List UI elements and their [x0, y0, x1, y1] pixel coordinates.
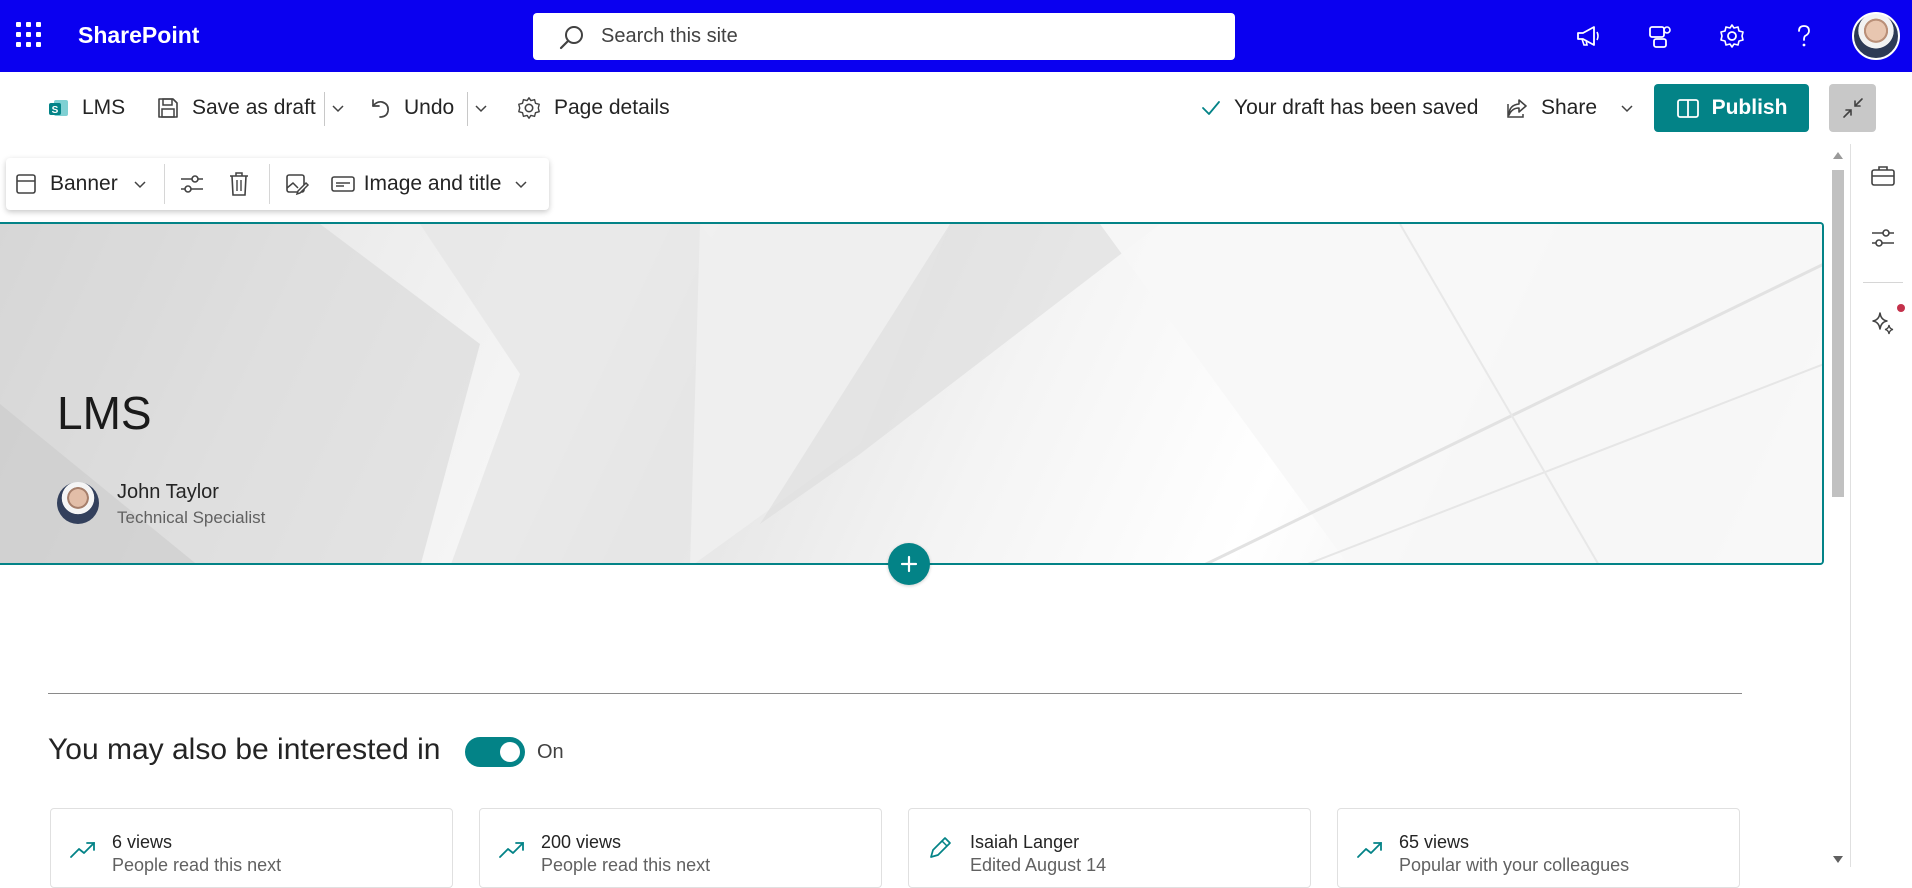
divider	[324, 92, 325, 126]
undo-dropdown[interactable]	[473, 86, 489, 130]
related-section-title: You may also be interested in	[48, 733, 441, 766]
divider	[1863, 282, 1903, 283]
settings-gear-icon	[518, 97, 540, 119]
page-details-label: Page details	[554, 96, 670, 119]
settings-gear-icon[interactable]	[1696, 0, 1768, 72]
scroll-down-arrow[interactable]	[1833, 856, 1843, 863]
save-icon	[158, 98, 178, 118]
undo-icon	[372, 99, 389, 118]
sliders-icon	[180, 175, 203, 193]
edit-icon	[930, 837, 951, 858]
save-draft-button[interactable]: Save as draft	[156, 86, 316, 130]
card-subtitle: Edited August 14	[970, 855, 1107, 875]
publish-label: Publish	[1711, 96, 1788, 119]
toggle-state-label: On	[537, 741, 564, 763]
plus-icon	[900, 555, 918, 573]
chevron-down-icon	[332, 105, 344, 113]
svg-text:S: S	[52, 105, 59, 116]
collapse-button[interactable]	[1829, 84, 1876, 132]
change-image-button[interactable]	[270, 158, 324, 210]
save-draft-dropdown[interactable]	[330, 86, 346, 130]
notification-dot	[1897, 304, 1905, 312]
page-details-button[interactable]: Page details	[516, 86, 670, 130]
properties-sliders-icon[interactable]	[1869, 224, 1897, 252]
suite-bar: SharePoint	[0, 0, 1912, 72]
chevron-down-icon	[1621, 105, 1633, 113]
megaphone-icon[interactable]	[1552, 0, 1624, 72]
search-box[interactable]	[533, 13, 1235, 60]
scroll-thumb[interactable]	[1832, 170, 1844, 497]
add-section-button[interactable]	[888, 543, 930, 585]
teams-share-icon[interactable]	[1624, 0, 1696, 72]
divider	[467, 92, 468, 126]
layout-dropdown[interactable]: Banner	[6, 158, 156, 210]
author-avatar	[57, 482, 99, 524]
card-title: 6 views	[112, 832, 173, 852]
book-open-icon	[1676, 99, 1699, 118]
draft-status-label: Your draft has been saved	[1234, 96, 1479, 119]
card-title: 65 views	[1399, 832, 1470, 852]
text-box-icon	[330, 176, 355, 192]
chevron-down-icon	[515, 181, 528, 189]
user-avatar[interactable]	[1852, 12, 1900, 60]
author-name[interactable]: John Taylor	[117, 481, 219, 504]
toolbox-icon[interactable]	[1869, 162, 1897, 190]
help-icon[interactable]	[1768, 0, 1840, 72]
chevron-down-icon	[475, 105, 487, 113]
vertical-scrollbar[interactable]	[1828, 150, 1848, 867]
right-rail	[1850, 144, 1912, 867]
command-bar: S LMS Save as draft Undo Page details Yo…	[0, 72, 1912, 144]
copilot-sparkle-icon[interactable]	[1869, 309, 1897, 337]
suite-actions	[1552, 0, 1912, 72]
search-icon	[559, 25, 583, 49]
related-card[interactable]: 200 views People read this next	[479, 808, 882, 888]
undo-label: Undo	[404, 96, 455, 119]
related-toggle[interactable]	[465, 737, 525, 767]
trending-icon	[499, 842, 524, 858]
banner-layout-icon	[16, 174, 36, 194]
chevron-down-icon	[134, 181, 146, 189]
draft-status: Your draft has been saved	[1200, 86, 1478, 130]
related-card[interactable]: Isaiah Langer Edited August 14	[908, 808, 1311, 888]
card-title: 200 views	[541, 832, 622, 852]
webpart-toolbar: Banner Image and title	[6, 158, 549, 210]
scroll-up-arrow[interactable]	[1833, 152, 1843, 159]
undo-button[interactable]: Undo	[368, 86, 454, 130]
card-subtitle: Popular with your colleagues	[1399, 855, 1630, 875]
site-name-button[interactable]: S LMS	[48, 86, 125, 130]
layout-label: Banner	[50, 172, 118, 195]
trending-icon	[70, 842, 95, 858]
save-draft-label: Save as draft	[192, 96, 316, 119]
trash-icon	[229, 172, 248, 196]
card-subtitle: People read this next	[112, 855, 282, 875]
section-divider	[48, 693, 1742, 694]
trending-icon	[1357, 842, 1382, 858]
page-title[interactable]: LMS	[57, 386, 152, 440]
title-layout-label: Image and title	[363, 172, 502, 195]
share-label: Share	[1541, 96, 1598, 119]
title-banner[interactable]: LMS John Taylor Technical Specialist	[0, 222, 1824, 565]
app-launcher-icon[interactable]	[16, 22, 42, 48]
card-subtitle: People read this next	[541, 855, 711, 875]
collapse-arrows-icon	[1842, 98, 1863, 118]
related-card[interactable]: 6 views People read this next	[50, 808, 453, 888]
site-name-label: LMS	[82, 96, 126, 119]
brand-title[interactable]: SharePoint	[78, 22, 199, 49]
image-edit-icon	[285, 174, 309, 196]
publish-button[interactable]: Publish	[1654, 84, 1809, 132]
edit-properties-button[interactable]	[165, 158, 219, 210]
title-layout-dropdown[interactable]: Image and title	[324, 158, 536, 210]
share-icon	[1507, 99, 1527, 118]
author-role: Technical Specialist	[117, 508, 266, 527]
related-card[interactable]: 65 views Popular with your colleagues	[1337, 808, 1740, 888]
sharepoint-logo-icon: S	[49, 100, 68, 116]
banner-background-image	[0, 224, 1822, 563]
card-title: Isaiah Langer	[970, 832, 1080, 852]
search-input[interactable]	[601, 25, 1201, 48]
checkmark-icon	[1202, 101, 1220, 115]
delete-button[interactable]	[219, 158, 259, 210]
share-button[interactable]: Share	[1505, 86, 1635, 130]
